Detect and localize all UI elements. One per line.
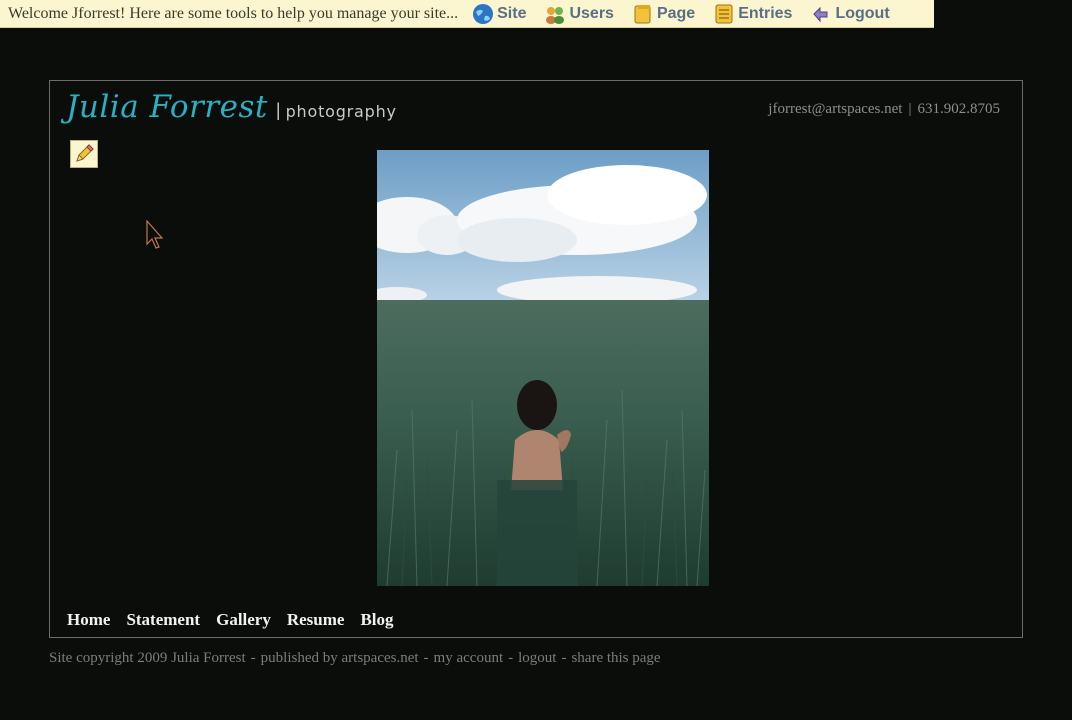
footer-share-link[interactable]: share this page xyxy=(571,650,660,667)
brand-name: Julia Forrest xyxy=(66,89,268,125)
footer-dash: - xyxy=(561,650,567,666)
footer-copyright: Site copyright 2009 Julia Forrest xyxy=(49,650,246,666)
brand-subtitle: photography xyxy=(285,102,397,121)
site-logo[interactable]: Julia Forrest | photography xyxy=(66,89,397,125)
admin-site-label: Site xyxy=(497,4,527,22)
nav-home[interactable]: Home xyxy=(67,610,110,630)
featured-photo[interactable] xyxy=(377,150,709,586)
footer-dash: - xyxy=(423,650,429,666)
users-icon xyxy=(544,3,566,25)
footer-published-by: published by xyxy=(260,650,338,666)
admin-entries-label: Entries xyxy=(738,4,793,22)
main-nav: Home Statement Gallery Resume Blog xyxy=(67,610,410,630)
logout-icon xyxy=(810,3,832,25)
site-footer: Site copyright 2009 Julia Forrest - publ… xyxy=(49,650,661,667)
contact-email[interactable]: jforrest@artspaces.net xyxy=(768,101,902,117)
admin-site-link[interactable]: Site xyxy=(472,3,526,25)
admin-page-label: Page xyxy=(656,4,696,22)
edit-button[interactable] xyxy=(70,140,98,168)
mouse-cursor-icon xyxy=(146,219,166,250)
nav-gallery[interactable]: Gallery xyxy=(216,610,271,630)
admin-users-label: Users xyxy=(569,4,614,22)
admin-users-link[interactable]: Users xyxy=(544,3,614,25)
footer-my-account-link[interactable]: my account xyxy=(434,650,504,667)
footer-logout-link[interactable]: logout xyxy=(518,650,556,667)
brand-separator: | xyxy=(275,100,281,120)
admin-logout-link[interactable]: Logout xyxy=(810,3,890,25)
page-icon xyxy=(632,3,654,25)
contact-info: jforrest@artspaces.net | 631.902.8705 xyxy=(768,101,1000,118)
entries-icon xyxy=(713,3,735,25)
contact-separator: | xyxy=(908,101,912,117)
admin-welcome-text: Welcome Jforrest! Here are some tools to… xyxy=(8,4,459,22)
site-frame: Julia Forrest | photography jforrest@art… xyxy=(49,80,1023,638)
footer-dash: - xyxy=(508,650,514,666)
admin-page-link[interactable]: Page xyxy=(632,3,695,25)
admin-toolbar: Welcome Jforrest! Here are some tools to… xyxy=(0,0,934,28)
nav-blog[interactable]: Blog xyxy=(360,610,393,630)
contact-phone: 631.902.8705 xyxy=(917,101,1001,117)
admin-logout-label: Logout xyxy=(835,4,890,22)
admin-links: Site Users Page Entries Logout xyxy=(472,3,890,25)
pencil-icon xyxy=(71,144,97,171)
nav-resume[interactable]: Resume xyxy=(287,610,345,630)
nav-statement[interactable]: Statement xyxy=(126,610,200,630)
footer-dash: - xyxy=(250,650,256,666)
footer-artspaces-link[interactable]: artspaces.net xyxy=(342,650,419,667)
globe-icon xyxy=(472,3,494,25)
admin-entries-link[interactable]: Entries xyxy=(713,3,792,25)
